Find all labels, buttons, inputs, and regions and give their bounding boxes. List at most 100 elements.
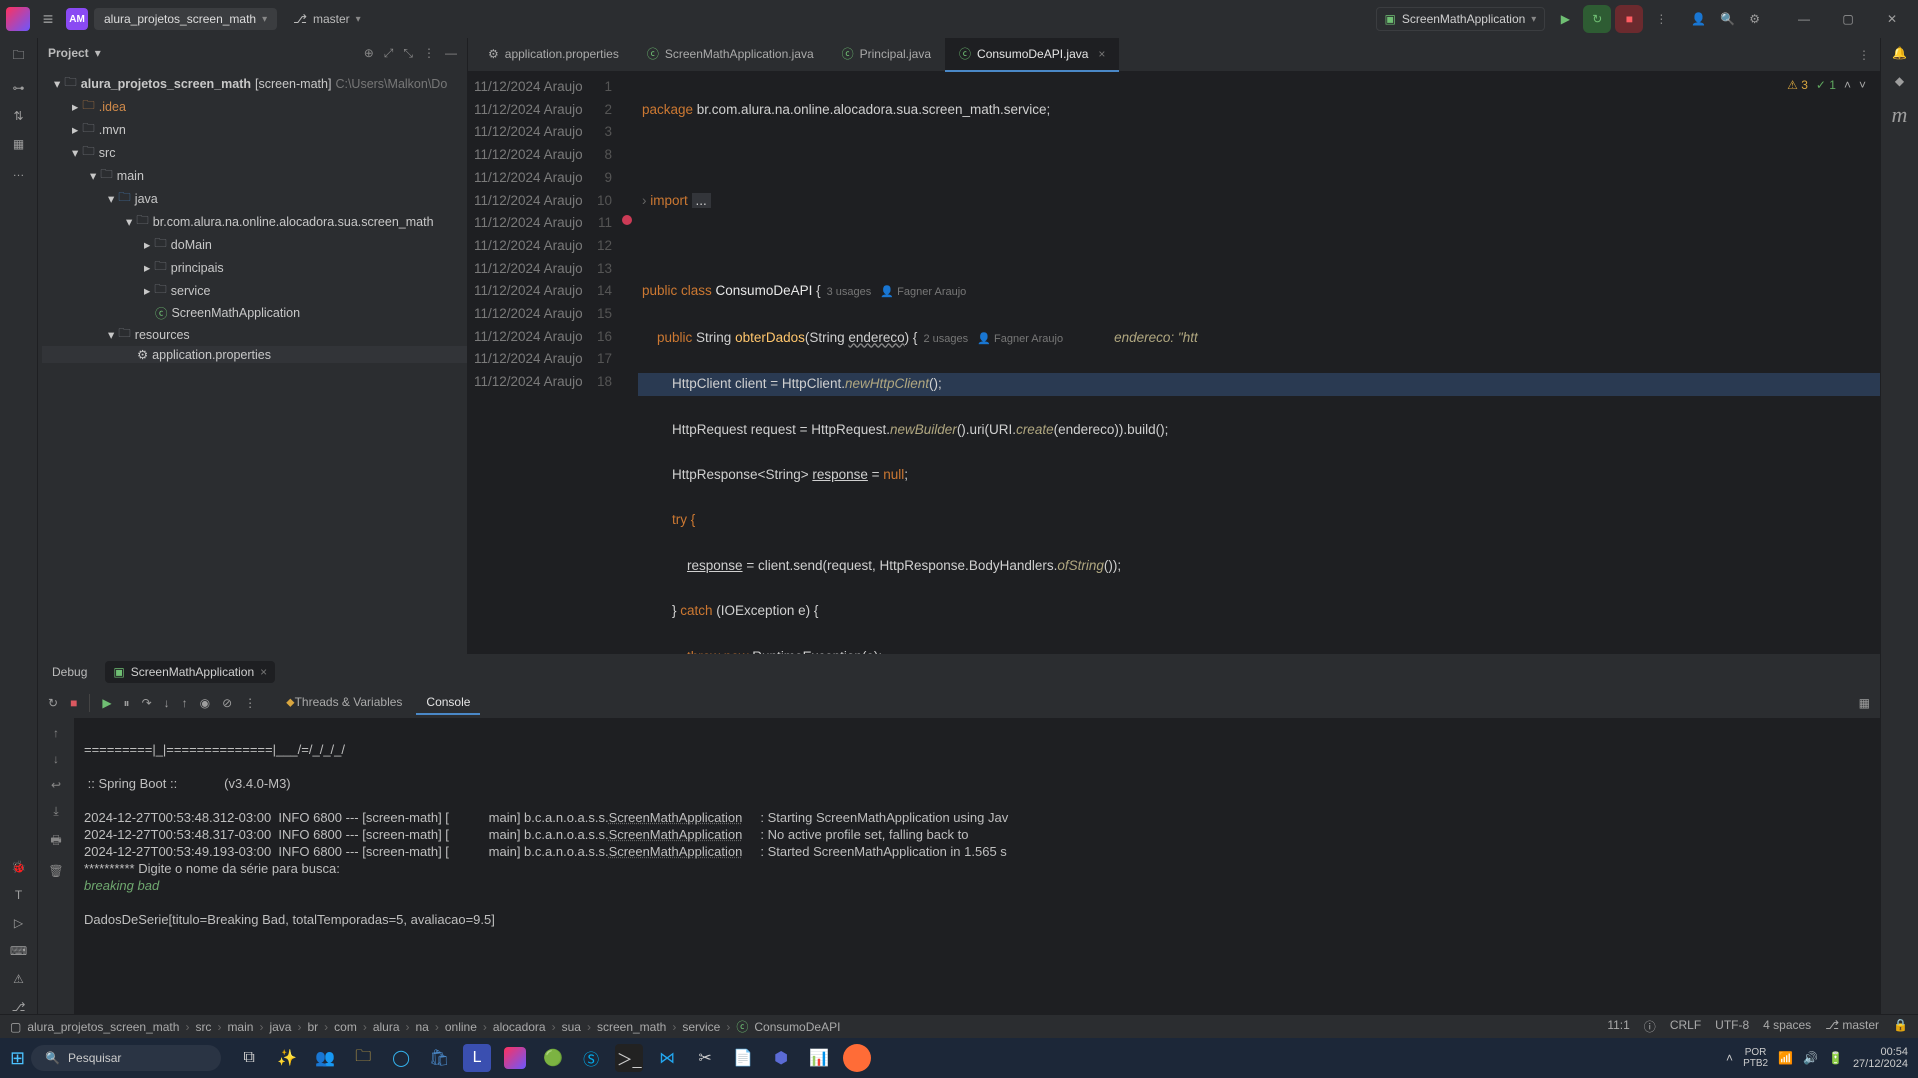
vscode-icon[interactable]: ⋈ bbox=[653, 1044, 681, 1072]
tray-chevron-icon[interactable]: ˄ bbox=[1726, 1051, 1733, 1065]
app-icon[interactable]: L bbox=[463, 1044, 491, 1072]
postman-icon[interactable] bbox=[843, 1044, 871, 1072]
explorer-icon[interactable]: 🗀 bbox=[349, 1044, 377, 1072]
branch-status[interactable]: ⎇ master bbox=[1825, 1018, 1879, 1035]
warnings-indicator[interactable]: ⚠ 3 bbox=[1787, 78, 1808, 92]
store-icon[interactable]: 🛍 bbox=[425, 1044, 453, 1072]
collapse-all-icon[interactable]: ⤡ bbox=[403, 46, 413, 61]
tree-root[interactable]: ▾ 🗀 alura_projetos_screen_math [screen-m… bbox=[42, 72, 467, 95]
edge-icon[interactable]: ◯ bbox=[387, 1044, 415, 1072]
copilot-icon[interactable]: ✨ bbox=[273, 1044, 301, 1072]
close-icon[interactable]: × bbox=[1098, 47, 1105, 61]
crumb[interactable]: alocadora bbox=[493, 1020, 546, 1034]
step-into-icon[interactable]: ↓ bbox=[164, 696, 170, 710]
rerun-icon[interactable]: ↻ bbox=[48, 696, 58, 710]
windows-start-button[interactable]: ⊞ bbox=[10, 1048, 25, 1069]
down-icon[interactable]: ↓ bbox=[53, 752, 59, 766]
debug-app-tab[interactable]: ▣ScreenMathApplication× bbox=[105, 661, 275, 683]
pause-icon[interactable]: ⏸ bbox=[124, 696, 130, 711]
caret-position[interactable]: 11:1 bbox=[1607, 1018, 1629, 1035]
stop-icon[interactable]: ■ bbox=[70, 696, 77, 710]
editor-more-icon[interactable]: ⋮ bbox=[1858, 48, 1870, 62]
ide-logo[interactable] bbox=[6, 7, 30, 31]
tray-language[interactable]: PORPTB2 bbox=[1743, 1047, 1768, 1069]
tray-clock[interactable]: 00:5427/12/2024 bbox=[1853, 1046, 1908, 1070]
project-dropdown[interactable]: alura_projetos_screen_math ▾ bbox=[94, 8, 277, 30]
teams-icon[interactable]: 👥 bbox=[311, 1044, 339, 1072]
crumb[interactable]: alura bbox=[373, 1020, 400, 1034]
tray-wifi-icon[interactable]: 📶 bbox=[1778, 1051, 1793, 1065]
select-opened-file-icon[interactable]: ⊕ bbox=[364, 46, 374, 61]
tree-folder-src[interactable]: ▾ 🗀 src bbox=[42, 141, 467, 164]
windows-search[interactable]: 🔍 Pesquisar bbox=[31, 1045, 221, 1071]
chevron-up-icon[interactable]: ˄ bbox=[1844, 78, 1851, 92]
main-menu-button[interactable]: ≡ bbox=[36, 7, 60, 31]
expand-all-icon[interactable]: ⤢ bbox=[384, 46, 394, 61]
structure-tool-icon[interactable]: ▦ bbox=[13, 137, 24, 151]
crumb[interactable]: br bbox=[307, 1020, 318, 1034]
chart-icon[interactable]: 📊 bbox=[805, 1044, 833, 1072]
tree-folder-resources[interactable]: ▾ 🗀 resources bbox=[42, 323, 467, 346]
vcs-tool-icon[interactable]: ⎇ bbox=[12, 1000, 26, 1014]
crumb[interactable]: src bbox=[195, 1020, 211, 1034]
tree-folder-idea[interactable]: ▸ 🗀 .idea bbox=[42, 95, 467, 118]
tab-application-properties[interactable]: ⚙application.properties bbox=[474, 38, 633, 72]
code-with-me-icon[interactable]: 👤 bbox=[1691, 12, 1706, 26]
terminal-icon[interactable]: ＞_ bbox=[615, 1044, 643, 1072]
notepad-icon[interactable]: 📄 bbox=[729, 1044, 757, 1072]
close-button[interactable]: ✕ bbox=[1872, 5, 1912, 33]
layout-icon[interactable]: ▦ bbox=[1859, 696, 1870, 710]
run-config-dropdown[interactable]: ▣ ScreenMathApplication ▾ bbox=[1376, 7, 1546, 31]
maven-tool-icon[interactable]: m bbox=[1892, 102, 1908, 128]
line-ending[interactable]: CRLF bbox=[1670, 1018, 1701, 1035]
mute-breakpoints-icon[interactable]: ⊘ bbox=[222, 696, 232, 710]
chevron-down-icon[interactable]: ˅ bbox=[1859, 78, 1866, 92]
skype-icon[interactable]: Ⓢ bbox=[577, 1044, 605, 1072]
more-icon[interactable]: ⋮ bbox=[244, 696, 256, 710]
intellij-icon[interactable] bbox=[501, 1044, 529, 1072]
tab-consumodeapi[interactable]: ⓒConsumoDeAPI.java× bbox=[945, 38, 1119, 72]
console-output[interactable]: =========|_|==============|___/=/_/_/_/ … bbox=[74, 718, 1880, 1014]
crumb[interactable]: online bbox=[445, 1020, 477, 1034]
tray-battery-icon[interactable]: 🔋 bbox=[1828, 1051, 1843, 1065]
more-tools-icon[interactable]: … bbox=[13, 165, 25, 179]
more-actions-button[interactable]: ⋮ bbox=[1649, 12, 1673, 26]
crumb[interactable]: screen_math bbox=[597, 1020, 666, 1034]
resume-icon[interactable]: ▶ bbox=[102, 696, 111, 710]
chevron-down-icon[interactable]: ▾ bbox=[95, 46, 101, 60]
tree-folder-domain[interactable]: ▸ 🗀 doMain bbox=[42, 233, 467, 256]
crumb[interactable]: java bbox=[269, 1020, 291, 1034]
tab-principal[interactable]: ⓒPrincipal.java bbox=[828, 38, 945, 72]
tree-folder-service[interactable]: ▸ 🗀 service bbox=[42, 279, 467, 302]
debug-tool-icon[interactable]: 🐞 bbox=[11, 860, 26, 874]
tree-folder-mvn[interactable]: ▸ 🗀 .mvn bbox=[42, 118, 467, 141]
tree-folder-java[interactable]: ▾ 🗀 java bbox=[42, 187, 467, 210]
maximize-button[interactable]: ▢ bbox=[1828, 5, 1868, 33]
console-tab[interactable]: Console bbox=[416, 691, 480, 715]
minimize-button[interactable]: — bbox=[1784, 5, 1824, 33]
project-tool-icon[interactable]: 🗀 bbox=[12, 46, 24, 67]
crumb[interactable]: service bbox=[682, 1020, 720, 1034]
step-over-icon[interactable]: ↷ bbox=[142, 696, 152, 710]
ai-assistant-icon[interactable]: ◆ bbox=[1895, 74, 1904, 88]
file-encoding[interactable]: UTF-8 bbox=[1715, 1018, 1749, 1035]
threads-tab[interactable]: ⬥Threads & Variables bbox=[276, 691, 412, 715]
tree-class-screenapp[interactable]: ⓒ ScreenMathApplication bbox=[42, 302, 467, 323]
view-breakpoints-icon[interactable]: ◉ bbox=[200, 696, 210, 710]
close-icon[interactable]: × bbox=[260, 665, 267, 679]
print-icon[interactable]: 🖶 bbox=[50, 831, 61, 852]
encoding-indent-icon[interactable]: ⓘ bbox=[1644, 1018, 1656, 1035]
commit-tool-icon[interactable]: ⊶ bbox=[13, 81, 25, 95]
scroll-end-icon[interactable]: ⤓ bbox=[53, 804, 58, 819]
tab-screenmathapplication[interactable]: ⓒScreenMathApplication.java bbox=[633, 38, 828, 72]
chrome-icon[interactable]: 🟢 bbox=[539, 1044, 567, 1072]
run-button[interactable]: ▶ bbox=[1551, 5, 1579, 33]
search-everywhere-icon[interactable]: 🔍 bbox=[1720, 12, 1735, 26]
code-editor[interactable]: package br.com.alura.na.online.alocadora… bbox=[638, 72, 1880, 654]
terminal-tool-icon[interactable]: ⌨ bbox=[10, 944, 27, 958]
soft-wrap-icon[interactable]: ↩ bbox=[51, 778, 61, 792]
crumb[interactable]: na bbox=[416, 1020, 429, 1034]
ok-indicator[interactable]: ✓ 1 bbox=[1816, 78, 1836, 92]
crumb[interactable]: ConsumoDeAPI bbox=[754, 1020, 840, 1034]
settings-icon[interactable]: ⚙ bbox=[1749, 12, 1760, 26]
